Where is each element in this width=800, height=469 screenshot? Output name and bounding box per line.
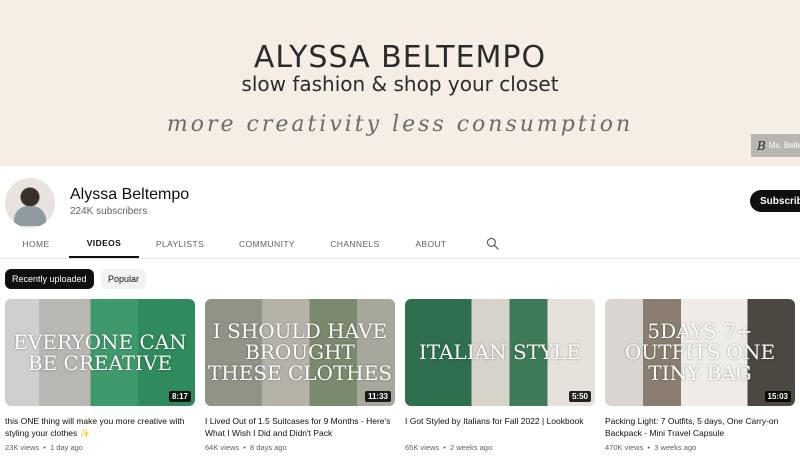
video-card[interactable]: EVERYONE CAN BE CREATIVE 8:17 this ONE t… <box>5 299 195 452</box>
video-title[interactable]: I Lived Out of 1.5 Suitcases for 9 Month… <box>205 415 395 439</box>
video-duration: 11:33 <box>364 391 391 402</box>
thumbnail-overlay-text: ITALIAN STYLE <box>418 340 582 364</box>
channel-avatar[interactable] <box>5 178 55 228</box>
upload-age: 1 day ago <box>50 443 83 452</box>
channel-banner: ALYSSA BELTEMPO slow fashion & shop your… <box>0 0 800 166</box>
channel-tabs: HOME VIDEOS PLAYLISTS COMMUNITY CHANNELS… <box>0 230 800 259</box>
channel-name: Alyssa Beltempo <box>70 186 190 203</box>
video-duration: 15:03 <box>764 391 791 402</box>
meta-separator: • <box>443 443 446 452</box>
view-count: 65K views <box>405 443 440 452</box>
video-meta: 470K views • 3 weeks ago <box>605 443 795 452</box>
subscribe-button[interactable]: Subscribe <box>750 190 800 212</box>
tab-channels[interactable]: CHANNELS <box>325 230 385 258</box>
tab-about[interactable]: ABOUT <box>407 230 455 258</box>
meta-separator: • <box>43 443 46 452</box>
banner-badge-logo: B <box>757 138 766 153</box>
banner-title: ALYSSA BELTEMPO <box>253 40 547 75</box>
meta-separator: • <box>647 443 651 452</box>
video-card[interactable]: ITALIAN STYLE 5:50 I Got Styled by Itali… <box>405 299 595 452</box>
banner-subtitle: slow fashion & shop your closet <box>241 72 559 96</box>
video-title[interactable]: this ONE thing will make you more creati… <box>5 415 195 439</box>
video-card[interactable]: 5DAYS 7+ OUTFITS ONE TINY BAG 15:03 Pack… <box>605 299 795 452</box>
video-duration: 5:50 <box>568 391 591 402</box>
video-title[interactable]: Packing Light: 7 Outfits, 5 days, One Ca… <box>605 415 795 439</box>
tab-community[interactable]: COMMUNITY <box>234 230 300 258</box>
thumbnail-overlay-text: I SHOULD HAVE BROUGHT THESE CLOTHES <box>207 319 393 385</box>
tab-home[interactable]: HOME <box>10 230 62 258</box>
video-meta: 23K views • 1 day ago <box>5 443 195 452</box>
search-icon[interactable] <box>486 237 499 250</box>
chip-recently-uploaded[interactable]: Recently uploaded <box>5 269 94 289</box>
view-count: 23K views <box>5 443 40 452</box>
meta-separator: • <box>243 443 246 452</box>
banner-badge-text: Ms. Belte <box>768 141 800 150</box>
thumbnail-overlay-text: EVERYONE CAN BE CREATIVE <box>13 329 187 375</box>
video-thumbnail[interactable]: EVERYONE CAN BE CREATIVE 8:17 <box>5 299 195 406</box>
upload-age: 8 days ago <box>250 443 287 452</box>
thumbnail-overlay-text: 5DAYS 7+ OUTFITS ONE TINY BAG <box>624 319 776 385</box>
video-thumbnail[interactable]: I SHOULD HAVE BROUGHT THESE CLOTHES 11:3… <box>205 299 395 406</box>
video-duration: 8:17 <box>168 391 191 402</box>
upload-age: 3 weeks ago <box>654 443 697 452</box>
view-count: 64K views <box>205 443 240 452</box>
tab-videos[interactable]: VIDEOS <box>69 230 139 258</box>
video-meta: 65K views • 2 weeks ago <box>405 443 595 452</box>
video-meta: 64K views • 8 days ago <box>205 443 395 452</box>
tab-playlists[interactable]: PLAYLISTS <box>148 230 212 258</box>
video-title[interactable]: I Got Styled by Italians for Fall 2022 |… <box>405 415 595 439</box>
video-card[interactable]: I SHOULD HAVE BROUGHT THESE CLOTHES 11:3… <box>205 299 395 452</box>
chip-popular[interactable]: Popular <box>101 269 147 289</box>
banner-tagline: more creativity less consumption <box>166 112 634 137</box>
video-thumbnail[interactable]: ITALIAN STYLE 5:50 <box>405 299 595 406</box>
upload-age: 2 weeks ago <box>450 443 493 452</box>
banner-link-badge[interactable]: B Ms. Belte <box>751 134 800 157</box>
view-count: 470K views <box>605 443 644 452</box>
subscriber-count: 224K subscribers <box>70 206 148 217</box>
video-thumbnail[interactable]: 5DAYS 7+ OUTFITS ONE TINY BAG 15:03 <box>605 299 795 406</box>
